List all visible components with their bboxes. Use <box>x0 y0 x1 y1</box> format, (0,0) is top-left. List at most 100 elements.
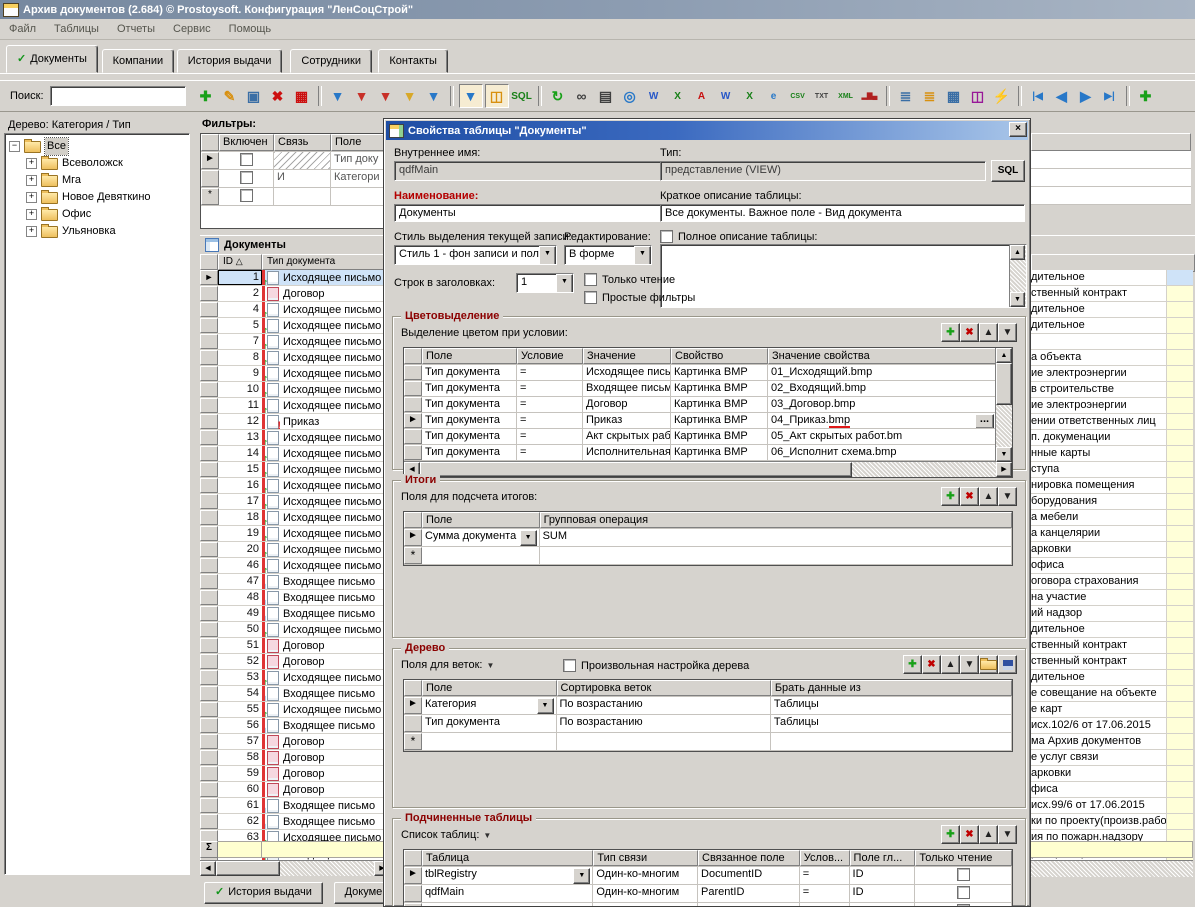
column-header[interactable]: Поле <box>422 512 540 528</box>
doc-type-cell[interactable]: ↑Исходящее письмо <box>262 526 390 541</box>
tab-1[interactable]: Компании <box>102 49 175 73</box>
row-selector[interactable] <box>200 734 218 749</box>
row-selector[interactable] <box>404 365 422 380</box>
doc-id-cell[interactable]: 62 <box>218 814 262 829</box>
doc-row-fragment[interactable]: исх.99/6 от 17.06.2015 <box>1031 798 1193 814</box>
column-header[interactable]: Таблица <box>422 850 593 866</box>
doc-type-cell[interactable]: ↑Исходящее письмо <box>262 558 390 573</box>
doc-type-cell[interactable]: Договор <box>262 734 390 749</box>
table-cell[interactable]: = <box>800 867 850 884</box>
checkbox-icon[interactable] <box>957 886 970 899</box>
doc-id-cell[interactable]: 59 <box>218 766 262 781</box>
doc-row[interactable]: 20↑Исходящее письмо <box>200 542 390 558</box>
doc-row[interactable]: 62↓Входящее письмо <box>200 814 390 830</box>
table-cell[interactable]: Таблицы <box>771 715 1012 732</box>
table-cell[interactable]: = <box>517 365 583 380</box>
table-cell[interactable]: ID <box>850 885 916 902</box>
column-header[interactable]: Тип связи <box>593 850 698 866</box>
expand-icon[interactable]: + <box>26 209 37 220</box>
row-selector[interactable] <box>200 302 218 317</box>
column-header[interactable]: Сортировка веток <box>557 680 771 696</box>
tree-item-3[interactable]: +Офис <box>7 206 187 223</box>
checkbox-icon[interactable] <box>584 291 597 304</box>
table-cell[interactable]: = <box>517 381 583 396</box>
doc-row-fragment[interactable]: исх.102/6 от 17.06.2015 <box>1031 718 1193 734</box>
row-selector[interactable] <box>404 715 422 732</box>
down-row-button[interactable]: ▼ <box>960 655 979 674</box>
doc-type-cell[interactable]: ↑Исходящее письмо <box>262 302 390 317</box>
chevron-down-icon[interactable]: ▼ <box>634 246 651 265</box>
dialog-titlebar[interactable]: Свойства таблицы "Документы" <box>386 121 1028 140</box>
table-cell[interactable] <box>915 867 1012 884</box>
doc-type-cell[interactable]: ↑Исходящее письмо <box>262 318 390 333</box>
find-icon[interactable]: ∞ <box>571 85 593 107</box>
doc-id-cell[interactable]: 57 <box>218 734 262 749</box>
doc-row-fragment[interactable]: оговора страхования <box>1031 574 1193 590</box>
doc-row[interactable]: 9↑Исходящее письмо <box>200 366 390 382</box>
scrollbar-thumb[interactable] <box>420 462 852 477</box>
doc-id-cell[interactable]: 47 <box>218 574 262 589</box>
doc-row[interactable]: 4↑Исходящее письмо <box>200 302 390 318</box>
column-header[interactable]: Групповая операция <box>540 512 1012 528</box>
doc-row[interactable]: 58Договор <box>200 750 390 766</box>
table-row[interactable]: qdfMainОдин-ко-многимParentID=ID <box>404 885 1012 903</box>
column-header[interactable]: Поле <box>422 348 517 364</box>
vscrollbar[interactable]: ▲▼ <box>995 348 1012 462</box>
doc-row[interactable]: 51Договор <box>200 638 390 654</box>
checkbox-icon[interactable] <box>240 153 253 166</box>
doc-row-fragment[interactable]: на участие <box>1031 590 1193 606</box>
checkbox-icon[interactable] <box>563 659 576 672</box>
record-add-settings-icon[interactable]: ≣ <box>895 85 917 107</box>
doc-row-fragment[interactable]: дительное <box>1031 270 1193 286</box>
column-header[interactable]: Значение <box>583 348 671 364</box>
tree-item-4[interactable]: +Ульяновка <box>7 223 187 240</box>
tab-2[interactable]: История выдачи <box>177 49 283 73</box>
row-selector[interactable]: ► <box>404 529 422 546</box>
doc-row[interactable]: 13↑Исходящее письмо <box>200 430 390 446</box>
table-row[interactable]: Тип документаПо возрастаниюТаблицы <box>404 715 1012 733</box>
filter-enabled-cell[interactable] <box>219 170 274 187</box>
table-cell[interactable] <box>698 903 800 906</box>
row-selector[interactable] <box>404 445 422 460</box>
doc-row-fragment[interactable]: борудования <box>1031 494 1193 510</box>
table-row[interactable]: Тип документа=Входящее письмоКартинка BM… <box>404 381 1012 397</box>
type-column-header[interactable]: Тип документа <box>262 254 390 270</box>
doc-id-cell[interactable]: 20 <box>218 542 262 557</box>
new-row-selector[interactable]: * <box>404 733 422 750</box>
row-selector[interactable] <box>200 654 218 669</box>
documents-hscrollbar[interactable]: ◀ ▶ <box>200 860 390 876</box>
doc-row-fragment[interactable]: ении ответственных лиц <box>1031 414 1193 430</box>
table-cell[interactable]: Сумма документа▼ <box>422 529 540 546</box>
row-selector[interactable] <box>200 462 218 477</box>
table-row[interactable]: ►Сумма документа▼SUM <box>404 529 1012 547</box>
table-cell[interactable]: Картинка BMP <box>671 445 768 460</box>
doc-id-cell[interactable]: 50 <box>218 622 262 637</box>
table-row[interactable]: Тип документа=ДоговорКартинка BMP03_Дого… <box>404 397 1012 413</box>
edit-record-icon[interactable]: ✎ <box>219 85 241 107</box>
show-filter-panel-icon[interactable]: ▼ <box>459 84 483 108</box>
doc-type-cell[interactable]: ↑Исходящее письмо <box>262 446 390 461</box>
id-column-header[interactable]: ID △ <box>218 254 262 270</box>
menu-item-3[interactable]: Сервис <box>164 20 220 38</box>
table-cell[interactable]: Входящее письмо <box>583 381 671 396</box>
table-cell[interactable]: 05_Акт скрытых работ.bm <box>768 429 997 444</box>
row-selector[interactable] <box>200 558 218 573</box>
row-selector[interactable]: ► <box>201 152 219 169</box>
delete-row-button[interactable]: ✖ <box>960 487 979 506</box>
doc-row[interactable]: ►1↑Исходящее письмо <box>200 270 390 286</box>
doc-type-cell[interactable]: Договор <box>262 782 390 797</box>
row-selector[interactable] <box>200 334 218 349</box>
doc-type-cell[interactable]: ↑Исходящее письмо <box>262 350 390 365</box>
filter-field-cell[interactable] <box>331 188 390 205</box>
doc-id-cell[interactable]: 7 <box>218 334 262 349</box>
table-cell[interactable]: Приказ <box>583 413 671 428</box>
doc-id-cell[interactable]: 18 <box>218 510 262 525</box>
doc-row[interactable]: 61↓Входящее письмо <box>200 798 390 814</box>
doc-id-cell[interactable]: 10 <box>218 382 262 397</box>
doc-type-cell[interactable]: Договор <box>262 654 390 669</box>
column-header[interactable]: Условие <box>517 348 583 364</box>
full-desc-checkbox[interactable]: Полное описание таблицы: <box>660 230 817 243</box>
row-selector[interactable] <box>201 170 219 187</box>
filter-open-icon[interactable]: ▼ <box>399 85 421 107</box>
expand-icon[interactable]: + <box>26 158 37 169</box>
